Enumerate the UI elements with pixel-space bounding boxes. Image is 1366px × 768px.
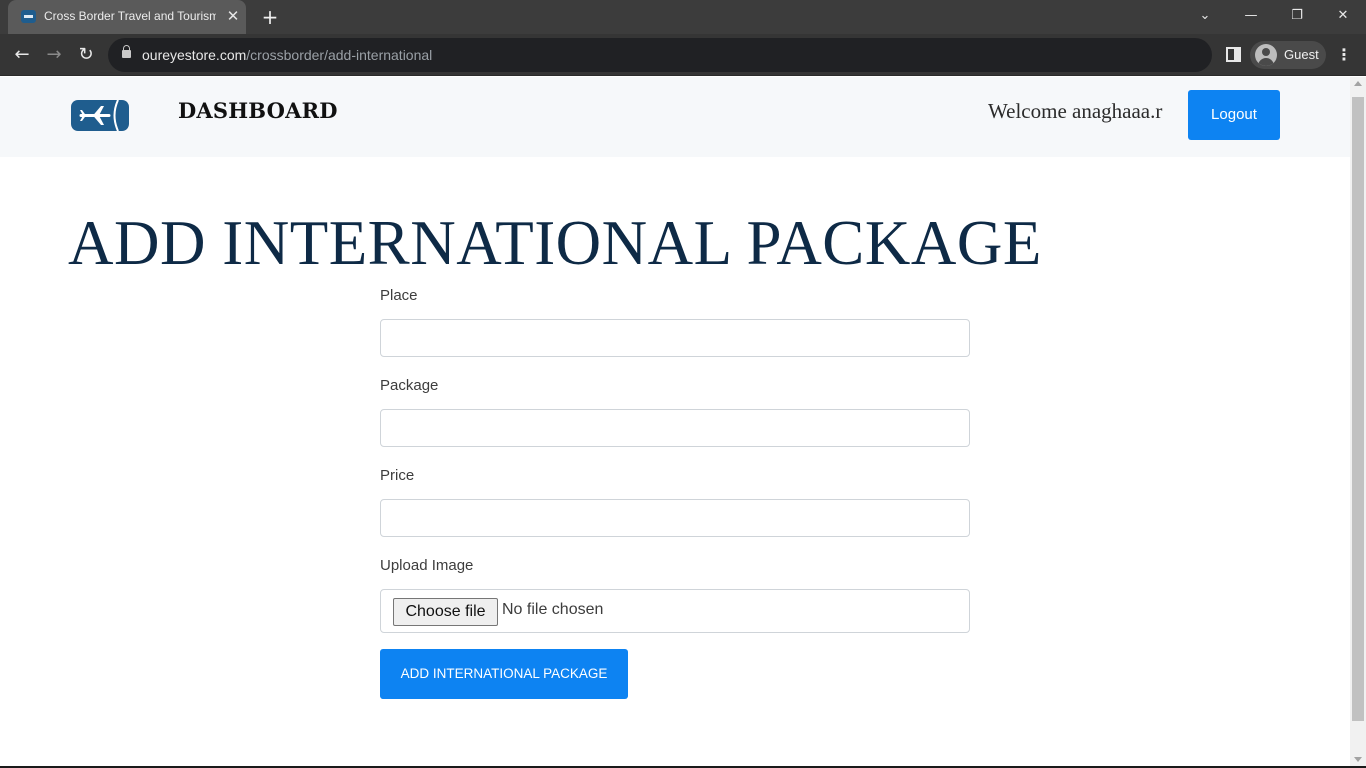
file-status-text: No file chosen bbox=[502, 601, 604, 618]
add-international-package-button[interactable]: ADD INTERNATIONAL PACKAGE bbox=[380, 649, 628, 699]
place-input[interactable] bbox=[380, 319, 970, 357]
image-upload-field[interactable]: Choose file No file chosen bbox=[380, 589, 970, 633]
reload-icon[interactable]: ↻ bbox=[73, 42, 99, 68]
price-input[interactable] bbox=[380, 499, 970, 537]
url-path: /crossborder/add-international bbox=[246, 47, 433, 63]
forward-icon[interactable]: → bbox=[41, 42, 67, 68]
place-label: Place bbox=[380, 287, 418, 304]
tab-search-icon[interactable]: ⌄ bbox=[1193, 5, 1217, 27]
package-label: Package bbox=[380, 377, 439, 394]
price-label: Price bbox=[380, 467, 415, 484]
browser-tab-strip: Cross Border Travel and Tourism ✕ + ⌄ — … bbox=[0, 0, 1366, 34]
choose-file-button[interactable]: Choose file bbox=[393, 598, 498, 626]
window-close-icon[interactable]: ✕ bbox=[1331, 5, 1355, 27]
url-text[interactable]: oureyestore.com/crossborder/add-internat… bbox=[142, 47, 432, 63]
browser-toolbar: ← → ↻ oureyestore.com/crossborder/add-in… bbox=[0, 34, 1366, 76]
profile-label: Guest bbox=[1284, 47, 1319, 62]
package-input[interactable] bbox=[380, 409, 970, 447]
back-icon[interactable]: ← bbox=[9, 42, 35, 68]
restore-icon[interactable]: ❐ bbox=[1285, 5, 1309, 27]
browser-tab[interactable]: Cross Border Travel and Tourism ✕ bbox=[8, 0, 246, 34]
page-title: ADD INTERNATIONAL PACKAGE bbox=[68, 208, 1042, 278]
dashboard-link[interactable]: DASHBOARD bbox=[178, 98, 338, 123]
profile-button[interactable]: Guest bbox=[1250, 41, 1326, 69]
site-favicon-icon bbox=[21, 10, 36, 23]
minimize-icon[interactable]: — bbox=[1239, 5, 1263, 27]
address-bar[interactable]: oureyestore.com/crossborder/add-internat… bbox=[108, 38, 1212, 72]
site-header: DASHBOARD Welcome anaghaaa.r Logout bbox=[0, 77, 1350, 157]
browser-menu-icon[interactable]: ⋮ bbox=[1336, 43, 1352, 67]
tab-close-icon[interactable]: ✕ bbox=[224, 6, 242, 26]
avatar-icon bbox=[1255, 44, 1277, 66]
airplane-logo-icon[interactable] bbox=[71, 100, 129, 131]
logout-button[interactable]: Logout bbox=[1188, 90, 1280, 140]
welcome-text: Welcome anaghaaa.r bbox=[988, 99, 1163, 123]
page-scrollbar[interactable] bbox=[1350, 77, 1366, 766]
lock-icon[interactable] bbox=[122, 45, 131, 58]
page-viewport: DASHBOARD Welcome anaghaaa.r Logout ADD … bbox=[0, 77, 1350, 766]
tab-title: Cross Border Travel and Tourism bbox=[44, 9, 216, 23]
new-tab-icon[interactable]: + bbox=[258, 5, 282, 29]
url-domain: oureyestore.com bbox=[142, 47, 247, 63]
scroll-thumb[interactable] bbox=[1352, 97, 1364, 721]
side-panel-icon[interactable] bbox=[1226, 47, 1241, 62]
upload-image-label: Upload Image bbox=[380, 557, 474, 574]
scroll-down-icon[interactable] bbox=[1354, 757, 1362, 762]
scroll-up-icon[interactable] bbox=[1354, 81, 1362, 86]
